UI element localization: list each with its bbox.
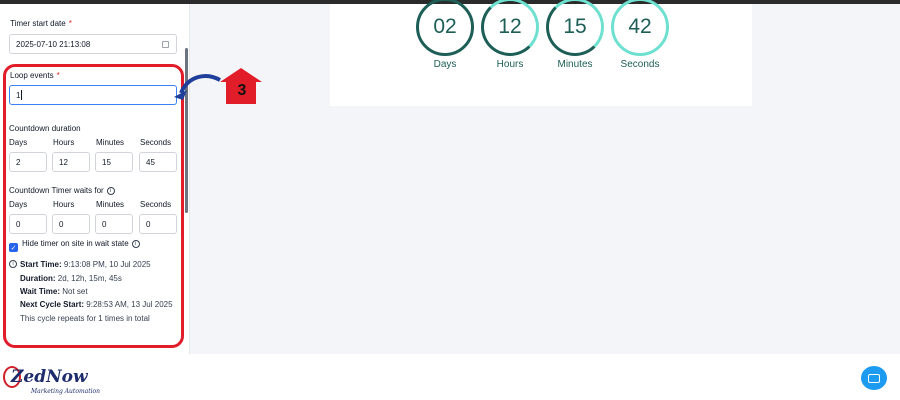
calendar-icon[interactable] <box>162 41 169 48</box>
chat-icon[interactable] <box>861 366 887 390</box>
timer-card: 02 Days 12 Hours 15 Minutes 42 Seconds <box>330 0 752 106</box>
seconds-label: Seconds <box>620 59 660 70</box>
highlight-box <box>3 64 184 348</box>
zednow-logo: ZedNow Marketing Automation <box>3 366 103 398</box>
footer-bar <box>0 354 900 400</box>
hours-label: Hours <box>496 59 524 70</box>
minutes-circle: 15 <box>546 0 604 56</box>
hours-circle: 12 <box>481 0 539 56</box>
minutes-label: Minutes <box>557 59 593 70</box>
step-number: 3 <box>237 82 247 99</box>
seconds-circle: 42 <box>611 0 669 56</box>
timer-start-label: Timer start date * <box>10 19 72 28</box>
days-label: Days <box>433 59 457 70</box>
days-circle: 02 <box>416 0 474 56</box>
timer-start-input[interactable]: 2025-07-10 21:13:08 <box>9 34 177 54</box>
